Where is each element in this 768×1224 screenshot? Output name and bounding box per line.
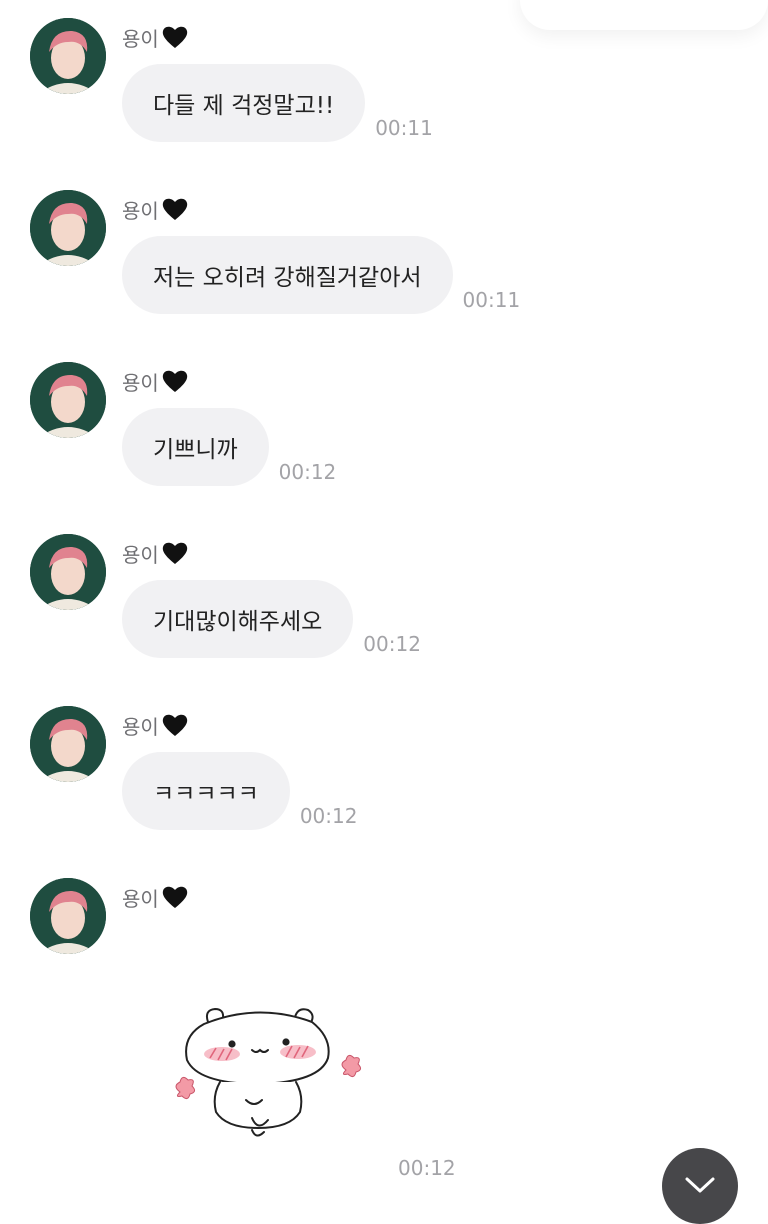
sender-name-text: 용이 (122, 714, 159, 739)
avatar[interactable] (30, 878, 106, 954)
message-time: 00:12 (299, 804, 358, 828)
sender-name: 용이 (122, 194, 189, 224)
avatar[interactable] (30, 190, 106, 266)
message-bubble[interactable]: 기쁘니까 (122, 408, 269, 486)
chevron-down-icon (685, 1177, 715, 1193)
avatar[interactable] (30, 534, 106, 610)
sender-name: 용이 (122, 366, 189, 396)
avatar[interactable] (30, 706, 106, 782)
sender-name-text: 용이 (122, 26, 159, 51)
avatar[interactable] (30, 362, 106, 438)
message-time: 00:12 (363, 632, 421, 656)
black-heart-icon (162, 886, 187, 908)
blushing-bear-sticker[interactable] (160, 1000, 365, 1150)
sender-name-text: 용이 (122, 886, 159, 911)
sender-name-text: 용이 (122, 542, 159, 567)
message-bubble[interactable]: 저는 오히려 강해질거같아서 (122, 236, 453, 314)
message-time: 00:11 (462, 288, 521, 312)
top-floating-bar (520, 0, 768, 30)
message-time: 00:12 (398, 1156, 456, 1180)
message-time: 00:12 (278, 460, 337, 484)
sender-name-text: 용이 (122, 370, 159, 395)
avatar[interactable] (30, 18, 106, 94)
sender-name-text: 용이 (122, 198, 159, 223)
message-bubble[interactable]: 기대많이해주세오 (122, 580, 354, 658)
black-heart-icon (162, 542, 187, 564)
black-heart-icon (162, 370, 187, 392)
sender-name: 용이 (122, 22, 189, 52)
black-heart-icon (162, 198, 187, 220)
scroll-to-bottom-button[interactable] (662, 1148, 738, 1224)
message-bubble[interactable]: ㅋㅋㅋㅋㅋ (122, 752, 290, 830)
sender-name: 용이 (122, 882, 189, 912)
sender-name: 용이 (122, 710, 189, 740)
message-bubble[interactable]: 다들 제 걱정말고!! (122, 64, 366, 142)
sender-name: 용이 (122, 538, 189, 568)
message-time: 00:11 (375, 116, 433, 140)
black-heart-icon (162, 714, 187, 736)
black-heart-icon (162, 26, 187, 48)
